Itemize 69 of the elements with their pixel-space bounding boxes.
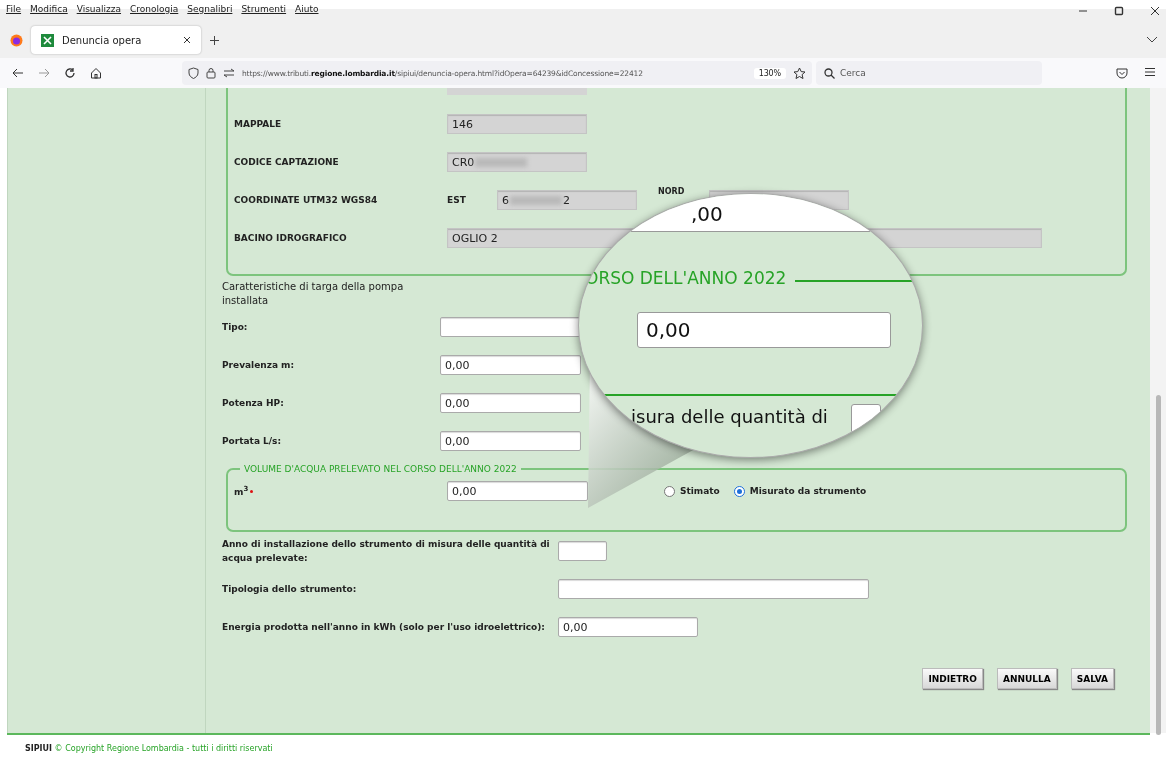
readonly-field: 146 bbox=[447, 114, 587, 134]
input-field[interactable]: 0,00 bbox=[440, 393, 581, 413]
close-icon[interactable] bbox=[1150, 6, 1160, 16]
menu-item[interactable]: Cronologia bbox=[130, 4, 179, 14]
field-label: CODICE CAPTAZIONE bbox=[234, 157, 340, 167]
field-label: m$^{3}$ bbox=[234, 485, 249, 497]
input-field[interactable]: 0,00 bbox=[440, 431, 581, 451]
fieldset-legend: VOLUME D'ACQUA PRELEVATO NEL CORSO DELL'ANNO 2022 bbox=[240, 464, 521, 474]
browser-tab[interactable]: Denuncia opera bbox=[31, 26, 201, 54]
input-field[interactable] bbox=[558, 579, 869, 599]
pocket-icon[interactable] bbox=[1116, 67, 1128, 79]
menu-item[interactable]: Aiuto bbox=[295, 4, 319, 14]
field-label: Tipologia dello strumento: bbox=[222, 583, 358, 596]
browser-logo-icon bbox=[10, 33, 23, 47]
redacted-text bbox=[510, 195, 562, 205]
magnified-value: ,00 bbox=[691, 202, 723, 226]
radio-label: Misurato da strumento bbox=[749, 486, 867, 496]
maximize-icon[interactable] bbox=[1114, 6, 1124, 16]
field-label: Prevalenza m: bbox=[222, 360, 296, 370]
back-arrow-icon[interactable] bbox=[12, 68, 24, 78]
field-label: MAPPALE bbox=[234, 119, 283, 129]
field-label: EST bbox=[447, 195, 467, 205]
bookmark-star-icon[interactable] bbox=[793, 66, 806, 80]
input-field[interactable]: 0,00 bbox=[440, 355, 581, 375]
scrollbar[interactable] bbox=[1150, 88, 1166, 733]
input-field[interactable] bbox=[558, 541, 607, 561]
home-icon[interactable] bbox=[90, 67, 102, 79]
readonly-field: 6 2 bbox=[497, 190, 637, 210]
section-title: Caratteristiche di targa della pompa installata bbox=[222, 280, 405, 308]
field-label: Tipo: bbox=[222, 322, 249, 332]
magnified-label: isura delle quantità di bbox=[631, 406, 828, 427]
radio-label: Stimato bbox=[680, 486, 720, 496]
readonly-field: CR0 bbox=[447, 152, 587, 172]
field-label: COORDINATE UTM32 WGS84 bbox=[234, 195, 379, 205]
menu-item[interactable]: Visualizza bbox=[76, 4, 122, 14]
lock-icon bbox=[206, 67, 216, 79]
chevron-down-icon[interactable] bbox=[1146, 36, 1158, 44]
search-icon bbox=[824, 68, 835, 79]
menu-icon[interactable] bbox=[1144, 67, 1156, 77]
input-field[interactable]: 0,00 bbox=[558, 617, 698, 637]
field-label: NORD bbox=[658, 187, 686, 196]
input-field[interactable] bbox=[440, 317, 581, 337]
plus-icon[interactable] bbox=[209, 34, 220, 46]
menu-item[interactable]: File bbox=[6, 4, 22, 14]
field-label: Anno di installazione dello strumento di misura delle quantità di acqua prelevate: bbox=[222, 538, 551, 565]
form-button[interactable]: ANNULLA bbox=[996, 668, 1057, 689]
form-button[interactable]: SALVA bbox=[1070, 668, 1114, 689]
menu-item[interactable]: Strumenti bbox=[241, 4, 287, 14]
menu-item[interactable]: Segnalibri bbox=[187, 4, 233, 14]
input-field[interactable]: 0,00 bbox=[447, 481, 588, 501]
search-field[interactable]: Cerca bbox=[816, 61, 1042, 85]
magnified-field: 0,00 bbox=[637, 312, 891, 348]
close-icon[interactable] bbox=[183, 36, 191, 44]
field-label: BACINO IDROGRAFICO bbox=[234, 233, 348, 243]
tab-title: Denuncia opera bbox=[62, 34, 143, 46]
shield-icon bbox=[188, 67, 199, 79]
radio-button[interactable] bbox=[664, 485, 675, 497]
zoom-level-button[interactable]: 130% bbox=[753, 67, 786, 79]
menu-item[interactable]: Modifica bbox=[30, 4, 68, 14]
form-button[interactable]: INDIETRO bbox=[922, 668, 983, 689]
field-label: Portata L/s: bbox=[222, 436, 283, 446]
favicon-icon bbox=[41, 33, 54, 47]
permissions-icon bbox=[223, 68, 235, 78]
radio-button[interactable] bbox=[733, 485, 745, 497]
field-label: Potenza HP: bbox=[222, 398, 285, 408]
field-label: Energia prodotta nell'anno in kWh (solo per l'uso idroelettrico): bbox=[222, 621, 546, 634]
copyright-text: SIPIUI © Copyright Regione Lombardia - tutti i diritti riservati bbox=[25, 744, 273, 753]
reload-icon[interactable] bbox=[64, 67, 76, 79]
forward-arrow-icon bbox=[38, 68, 50, 78]
